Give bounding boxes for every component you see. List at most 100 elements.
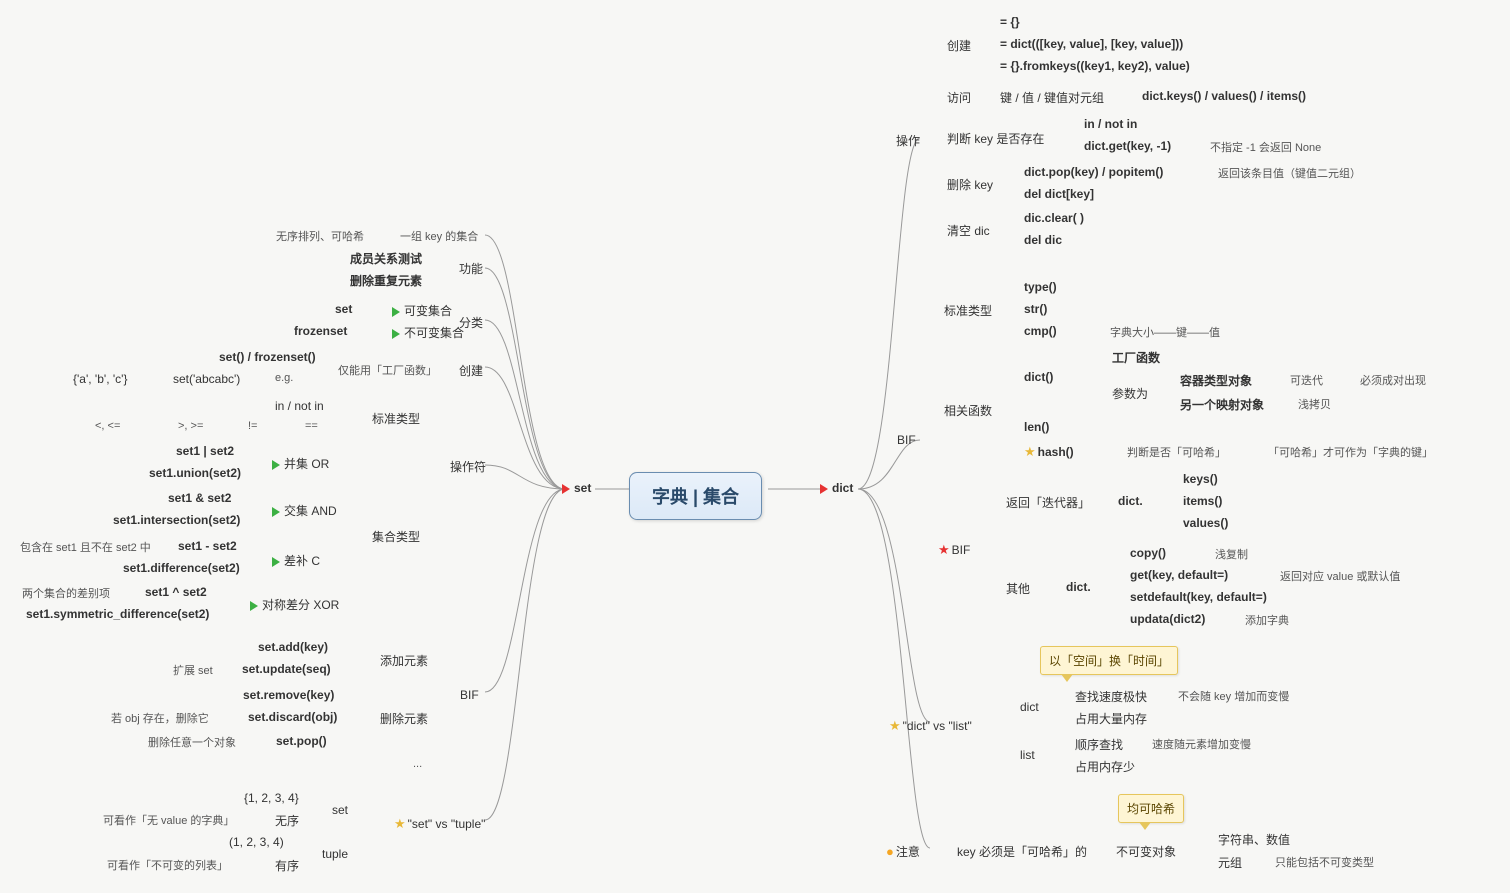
- set-create-eg2: {'a', 'b', 'c'}: [73, 372, 127, 386]
- dict-note-c2n: 只能包括不可变类型: [1275, 854, 1374, 870]
- set-func-b: 删除重复元素: [350, 272, 422, 289]
- dict-delkey-anote: 返回该条目值（键值二元组）: [1218, 165, 1361, 181]
- set-func-a: 成员关系测试: [350, 250, 422, 267]
- dict-create-b: = dict(([key, value], [key, value])): [1000, 37, 1183, 51]
- dict-vs-callout: 以「空间」换「时间」: [1040, 646, 1178, 675]
- dict-bif-rel-len: len(): [1024, 420, 1049, 434]
- dict-create-a: = {}: [1000, 15, 1020, 29]
- set-ops-inter-a: set1 & set2: [168, 491, 231, 505]
- set-create-note: 仅能用「工厂函数」: [338, 362, 437, 378]
- set-vs-set-b: 无序: [275, 812, 299, 829]
- dict-access-label: 访问: [947, 89, 971, 106]
- dict-bif2-iter-b: items(): [1183, 494, 1222, 508]
- flag-icon: [392, 307, 400, 317]
- dict-bif2-other-d: updata(dict2): [1130, 612, 1205, 626]
- dict-bif-rel-dict-b: 参数为: [1112, 385, 1148, 402]
- set-ops-union-label: 并集 OR: [272, 455, 329, 472]
- dict-delkey-b: del dict[key]: [1024, 187, 1094, 201]
- set-ops-std-b4: ==: [305, 420, 318, 432]
- set-desc-left: 无序排列、可哈希: [276, 228, 364, 244]
- set-ops-inter-b: set1.intersection(set2): [113, 513, 240, 527]
- set-func-label: 功能: [459, 260, 483, 277]
- set-ops-std-b2: >, >=: [178, 420, 203, 432]
- dict-bif-rel-dict-c2n: 浅拷贝: [1298, 396, 1331, 412]
- flag-icon: [272, 557, 280, 567]
- dict-bif-rel-dict-c2: 另一个映射对象: [1180, 396, 1264, 413]
- set-bif-etc: ...: [413, 758, 422, 770]
- dict-vs-dict-b: 占用大量内存: [1075, 710, 1147, 727]
- set-create-eg1: set('abcabc'): [173, 372, 240, 386]
- dict-bif2-other-dnote: 添加字典: [1245, 612, 1289, 628]
- dict-check-b: dict.get(key, -1): [1084, 139, 1171, 153]
- dict-vs-dict-label: dict: [1020, 700, 1039, 714]
- set-bif-add-label: 添加元素: [380, 652, 428, 669]
- set-ops-settype-label: 集合类型: [372, 528, 420, 545]
- set-bif-del-label: 删除元素: [380, 710, 428, 727]
- set-bif-label: BIF: [460, 688, 479, 702]
- set-classify-frozen: frozenset: [294, 324, 347, 338]
- dict-ops-label: 操作: [896, 132, 920, 149]
- dict-bif-rel-dict-a: 工厂函数: [1112, 349, 1160, 366]
- star-icon: ★: [394, 816, 406, 831]
- dict-bif2-iter-label: 返回「迭代器」: [1006, 494, 1090, 511]
- flag-icon: [272, 507, 280, 517]
- set-vs-set-a: {1, 2, 3, 4}: [244, 791, 299, 805]
- dict-bif-rel-dict: dict(): [1024, 370, 1053, 384]
- dict-bif-std-label: 标准类型: [944, 302, 992, 319]
- dict-delkey-label: 删除 key: [947, 176, 993, 193]
- dict-note-c2: 元组: [1218, 854, 1242, 871]
- set-ops-diff-a: set1 - set2: [178, 539, 237, 553]
- dict-note-callout: 均可哈希: [1118, 794, 1184, 823]
- set-ops-union-b: set1.union(set2): [149, 466, 241, 480]
- set-desc-right: 一组 key 的集合: [400, 228, 478, 244]
- dict-clear-b: del dic: [1024, 233, 1062, 247]
- dict-bif2-other-bnote: 返回对应 value 或默认值: [1280, 568, 1400, 584]
- dict-vs-list-b: 占用内存少: [1075, 758, 1135, 775]
- set-bif-add-bnote: 扩展 set: [173, 662, 213, 678]
- dict-bif2-other-c: setdefault(key, default=): [1130, 590, 1267, 604]
- dict-bif-std-c: cmp(): [1024, 324, 1057, 338]
- dict-bif2-iter-a: keys(): [1183, 472, 1218, 486]
- dict-bif-std-cnote: 字典大小——键——值: [1110, 324, 1220, 340]
- dict-clear-label: 清空 dic: [947, 222, 990, 239]
- star-icon: ★: [1024, 444, 1036, 459]
- dict-bif2-other-a: copy(): [1130, 546, 1166, 560]
- dict-bif-rel-hash-b: 「可哈希」才可作为「字典的键」: [1268, 444, 1433, 460]
- set-create-label: 创建: [459, 362, 483, 379]
- warn-icon: ●: [886, 844, 894, 859]
- flag-icon: [820, 484, 828, 494]
- dict-vs-list-label: list: [1020, 748, 1035, 762]
- dict-create-label: 创建: [947, 37, 971, 54]
- set-ops-diff-note: 包含在 set1 且不在 set2 中: [20, 539, 151, 555]
- set-ops-diff-label: 差补 C: [272, 552, 320, 569]
- dict-check-label: 判断 key 是否存在: [947, 130, 1044, 147]
- set-bif-del-c: set.pop(): [276, 734, 327, 748]
- set-ops-sym-label: 对称差分 XOR: [250, 596, 339, 613]
- flag-icon: [392, 329, 400, 339]
- dict-bif-std-b: str(): [1024, 302, 1047, 316]
- dict-access-a: 键 / 值 / 键值对元组: [1000, 89, 1104, 106]
- dict-access-b: dict.keys() / values() / items(): [1142, 89, 1306, 103]
- dict-bif-rel-hash: ★hash(): [1024, 444, 1074, 460]
- set-classify-set-note: 可变集合: [392, 302, 452, 319]
- flag-icon: [562, 484, 570, 494]
- dict-create-c: = {}.fromkeys((key1, key2), value): [1000, 59, 1190, 73]
- set-ops-std-a: in / not in: [275, 399, 324, 413]
- dict-bif2-other-anote: 浅复制: [1215, 546, 1248, 562]
- set-ops-std-b1: <, <=: [95, 420, 120, 432]
- set-ops-label: 操作符: [450, 458, 486, 475]
- set-create-m1: set() / frozenset(): [219, 350, 316, 364]
- dict-bif-rel-dict-c1n1: 可迭代: [1290, 372, 1323, 388]
- dict-check-bnote: 不指定 -1 会返回 None: [1210, 139, 1321, 155]
- dict-vs-dict-anote: 不会随 key 增加而变慢: [1178, 688, 1289, 704]
- dict-bif2-other-mid: dict.: [1066, 580, 1091, 594]
- flag-icon: [250, 601, 258, 611]
- dict-note-b: 不可变对象: [1116, 843, 1176, 860]
- set-bif-del-cnote: 删除任意一个对象: [148, 734, 236, 750]
- set-vs-tuple-label: tuple: [322, 847, 348, 861]
- set-bif-del-b: set.discard(obj): [248, 710, 337, 724]
- dict-bif2-iter-c: values(): [1183, 516, 1228, 530]
- set-ops-union-a: set1 | set2: [176, 444, 234, 458]
- set-create-eglabel: e.g.: [275, 372, 293, 384]
- set-vs-set-label: set: [332, 803, 348, 817]
